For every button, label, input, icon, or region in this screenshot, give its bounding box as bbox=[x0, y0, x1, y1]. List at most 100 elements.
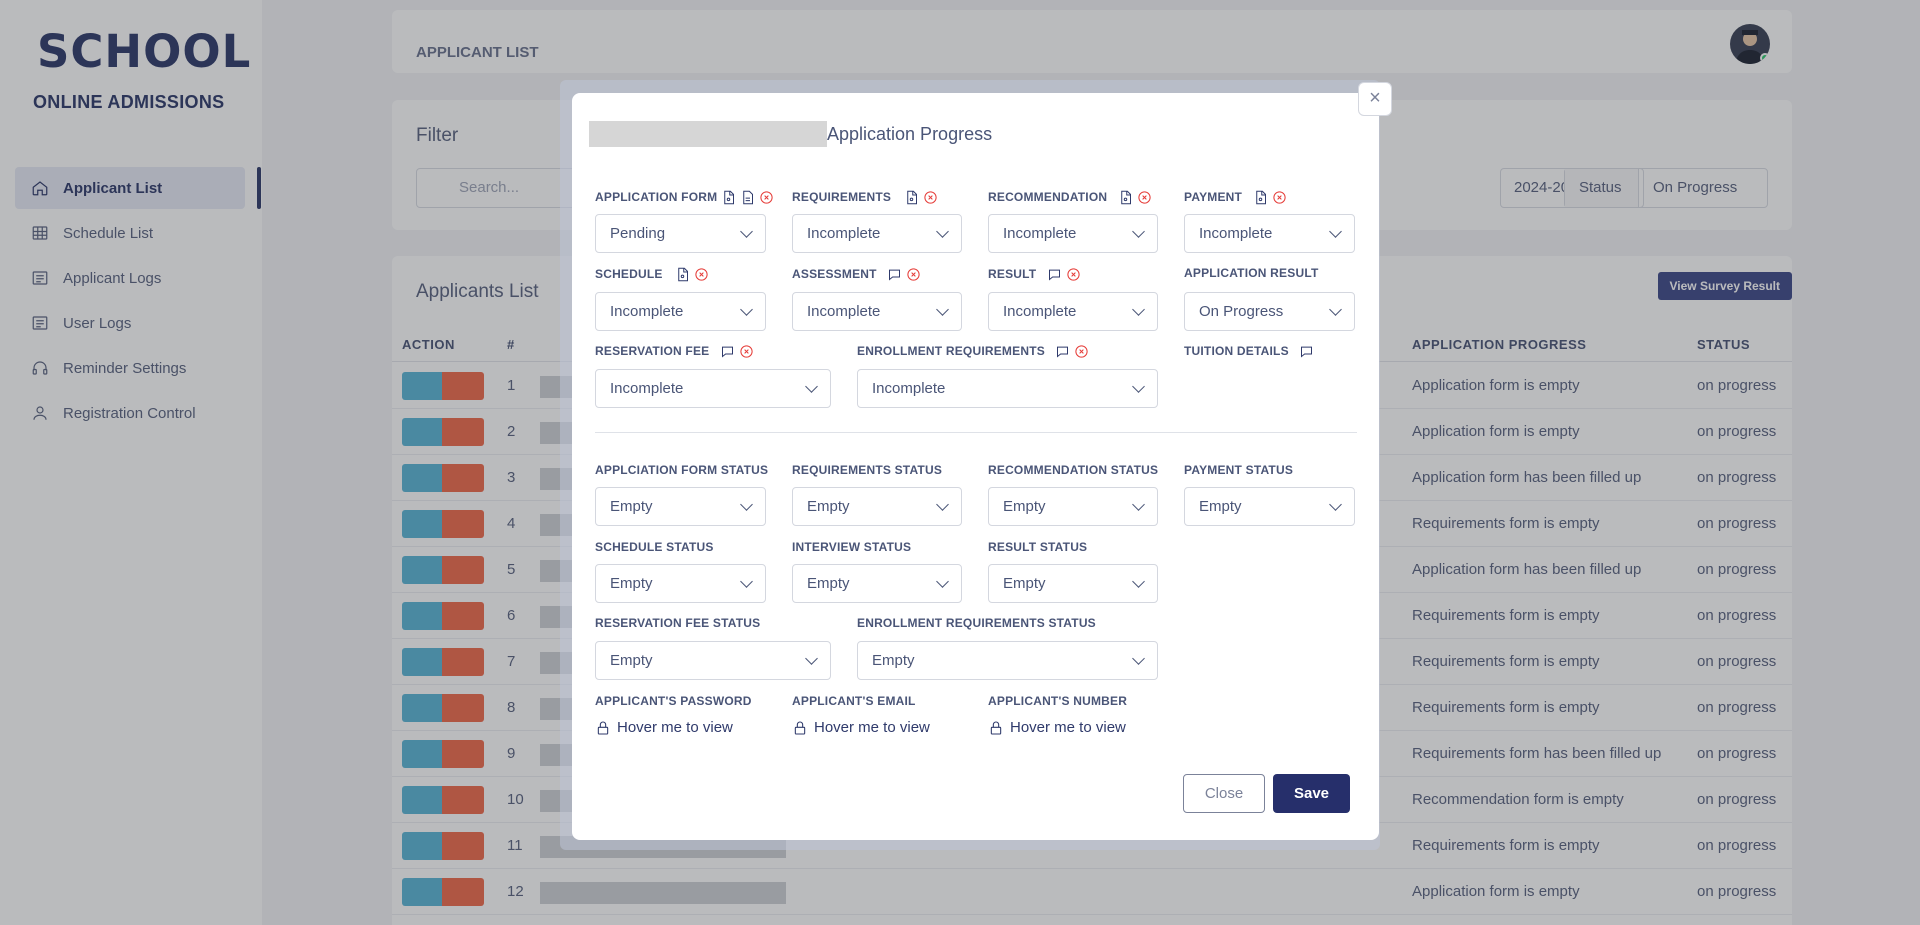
schedule-label: SCHEDULE bbox=[595, 266, 710, 282]
lock-icon bbox=[597, 721, 609, 735]
result-status-label: RESULT STATUS bbox=[988, 540, 1088, 554]
chevron-down-icon bbox=[1329, 498, 1342, 511]
chevron-down-icon bbox=[805, 652, 818, 665]
comment-icon[interactable] bbox=[1055, 343, 1071, 359]
chevron-down-icon bbox=[740, 575, 753, 588]
application-form-status-select[interactable]: Empty bbox=[595, 487, 766, 526]
payment-status-select[interactable]: Empty bbox=[1184, 487, 1355, 526]
reservation-fee-status-select[interactable]: Empty bbox=[595, 641, 831, 680]
link-text: Hover me to view bbox=[617, 719, 733, 736]
requirements-status-select[interactable]: Empty bbox=[792, 487, 962, 526]
select-value: Empty bbox=[1003, 575, 1046, 592]
remove-icon[interactable] bbox=[1065, 266, 1081, 282]
recommendation-status-select[interactable]: Empty bbox=[988, 487, 1158, 526]
select-value: Incomplete bbox=[1003, 225, 1077, 242]
recommendation-select[interactable]: Incomplete bbox=[988, 214, 1158, 253]
comment-icon[interactable] bbox=[1046, 266, 1062, 282]
result-label: RESULT bbox=[988, 266, 1081, 282]
label-text: PAYMENT bbox=[1184, 190, 1243, 204]
view-document-icon[interactable] bbox=[675, 266, 691, 282]
chevron-down-icon bbox=[740, 498, 753, 511]
view-document-icon[interactable] bbox=[1252, 189, 1268, 205]
interview-status-select[interactable]: Empty bbox=[792, 564, 962, 603]
chevron-down-icon bbox=[740, 303, 753, 316]
comment-icon[interactable] bbox=[1299, 343, 1315, 359]
application-result-label: APPLICATION RESULT bbox=[1184, 266, 1319, 280]
label-text: SCHEDULE bbox=[595, 267, 663, 281]
enrollment-requirements-select[interactable]: Incomplete bbox=[857, 369, 1158, 408]
label-text: RESULT bbox=[988, 267, 1037, 281]
label-text: APPLICATION FORM bbox=[595, 190, 718, 204]
requirements-label: REQUIREMENTS bbox=[792, 189, 938, 205]
view-password-link[interactable]: Hover me to view bbox=[595, 719, 733, 736]
enrollment-requirements-label: ENROLLMENT REQUIREMENTS bbox=[857, 343, 1090, 359]
remove-icon[interactable] bbox=[694, 266, 710, 282]
requirements-status-label: REQUIREMENTS STATUS bbox=[792, 463, 943, 477]
payment-select[interactable]: Incomplete bbox=[1184, 214, 1355, 253]
reservation-fee-status-label: RESERVATION FEE STATUS bbox=[595, 616, 761, 630]
label-text: REQUIREMENTS bbox=[792, 190, 892, 204]
remove-icon[interactable] bbox=[1271, 189, 1287, 205]
close-button[interactable]: Close bbox=[1183, 774, 1265, 813]
label-text: APPLICATION RESULT bbox=[1184, 266, 1319, 280]
applicant-password-label: APPLICANT'S PASSWORD bbox=[595, 694, 752, 708]
save-button[interactable]: Save bbox=[1273, 774, 1350, 813]
chevron-down-icon bbox=[1132, 225, 1145, 238]
application-progress-modal: Application Progress APPLICATION FORM RE… bbox=[572, 93, 1379, 840]
application-form-select[interactable]: Pending bbox=[595, 214, 766, 253]
reservation-fee-label: RESERVATION FEE bbox=[595, 343, 754, 359]
view-email-link[interactable]: Hover me to view bbox=[792, 719, 930, 736]
comment-icon[interactable] bbox=[887, 266, 903, 282]
remove-icon[interactable] bbox=[1074, 343, 1090, 359]
select-value: Empty bbox=[1199, 498, 1242, 515]
schedule-status-select[interactable]: Empty bbox=[595, 564, 766, 603]
view-document-icon[interactable] bbox=[720, 189, 736, 205]
enrollment-requirements-status-select[interactable]: Empty bbox=[857, 641, 1158, 680]
label-text: ASSESSMENT bbox=[792, 267, 877, 281]
result-status-select[interactable]: Empty bbox=[988, 564, 1158, 603]
chevron-down-icon bbox=[1132, 498, 1145, 511]
view-document-icon[interactable] bbox=[903, 189, 919, 205]
select-value: Empty bbox=[807, 498, 850, 515]
schedule-status-label: SCHEDULE STATUS bbox=[595, 540, 714, 554]
remove-icon[interactable] bbox=[758, 189, 774, 205]
remove-icon[interactable] bbox=[906, 266, 922, 282]
select-value: On Progress bbox=[1199, 303, 1284, 320]
select-value: Incomplete bbox=[1199, 225, 1273, 242]
section-divider bbox=[595, 432, 1357, 433]
link-text: Hover me to view bbox=[1010, 719, 1126, 736]
select-value: Incomplete bbox=[610, 303, 684, 320]
applicant-number-label: APPLICANT'S NUMBER bbox=[988, 694, 1128, 708]
schedule-select[interactable]: Incomplete bbox=[595, 292, 766, 331]
comment-icon[interactable] bbox=[719, 343, 735, 359]
lock-icon bbox=[794, 721, 806, 735]
application-result-select[interactable]: On Progress bbox=[1184, 292, 1355, 331]
assessment-select[interactable]: Incomplete bbox=[792, 292, 962, 331]
select-value: Pending bbox=[610, 225, 666, 242]
chevron-down-icon bbox=[1132, 575, 1145, 588]
remove-icon[interactable] bbox=[922, 189, 938, 205]
result-select[interactable]: Incomplete bbox=[988, 292, 1158, 331]
reservation-fee-select[interactable]: Incomplete bbox=[595, 369, 831, 408]
select-value: Empty bbox=[610, 652, 653, 669]
label-text: RECOMMENDATION bbox=[988, 190, 1108, 204]
applicant-email-label: APPLICANT'S EMAIL bbox=[792, 694, 916, 708]
close-icon[interactable]: × bbox=[1358, 82, 1392, 116]
remove-icon[interactable] bbox=[1136, 189, 1152, 205]
select-value: Incomplete bbox=[807, 303, 881, 320]
enrollment-requirements-status-label: ENROLLMENT REQUIREMENTS STATUS bbox=[857, 616, 1096, 630]
label-text: RESERVATION FEE bbox=[595, 344, 710, 358]
document-icon[interactable] bbox=[739, 189, 755, 205]
select-value: Empty bbox=[610, 575, 653, 592]
remove-icon[interactable] bbox=[738, 343, 754, 359]
chevron-down-icon bbox=[1329, 303, 1342, 316]
select-value: Incomplete bbox=[1003, 303, 1077, 320]
view-document-icon[interactable] bbox=[1117, 189, 1133, 205]
chevron-down-icon bbox=[805, 380, 818, 393]
requirements-select[interactable]: Incomplete bbox=[792, 214, 962, 253]
chevron-down-icon bbox=[740, 225, 753, 238]
chevron-down-icon bbox=[936, 575, 949, 588]
chevron-down-icon bbox=[1132, 652, 1145, 665]
chevron-down-icon bbox=[1132, 380, 1145, 393]
view-number-link[interactable]: Hover me to view bbox=[988, 719, 1126, 736]
